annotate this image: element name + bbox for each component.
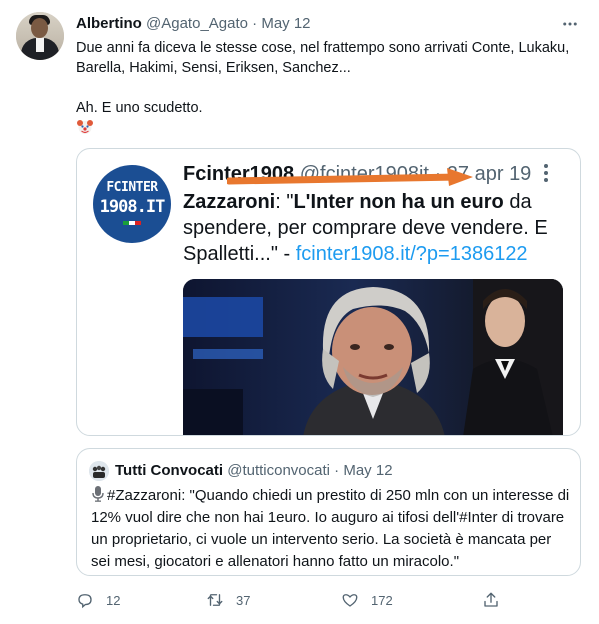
tweet-text-line: Barella, Hakimi, Sensi, Eriksen, Sanchez… (76, 60, 351, 76)
quoted-tweet-photo[interactable] (183, 279, 563, 435)
fcinter-logo[interactable]: FCINTER 1908.IT (93, 165, 171, 243)
quoted-tweet-text: Zazzaroni: "L'Inter non ha un euro da sp… (183, 189, 568, 267)
author-avatar[interactable] (16, 12, 64, 60)
tweet-header: Albertino @Agato_Agato · May 12 (76, 14, 311, 34)
retweet-button[interactable]: 37 (206, 588, 250, 612)
tweet-text-line: Ah. E uno scudetto. (76, 100, 203, 116)
text-part: : " (275, 191, 294, 213)
tweet-text-line (76, 78, 576, 98)
text-bold: Zazzaroni (183, 191, 276, 213)
more-dots-icon[interactable] (556, 10, 584, 38)
logo-text-line1: FCINTER (106, 180, 158, 195)
reply-icon (78, 594, 92, 609)
share-icon (484, 592, 498, 607)
annotation-arrow-icon (227, 168, 473, 186)
tweet-date[interactable]: May 12 (261, 15, 310, 32)
quoted-2-tweet-date[interactable]: May 12 (343, 462, 392, 479)
tutticonvocati-avatar[interactable] (89, 461, 109, 481)
quoted-tweet[interactable]: FCINTER 1908.IT Fcinter1908 @fcinter1908… (76, 148, 581, 436)
microphone-icon (92, 486, 104, 502)
tweet-text: Due anni fa diceva le stesse cose, nel f… (76, 38, 576, 118)
italian-flag-icon (123, 221, 141, 225)
text-bold: L'Inter non ha un euro (293, 191, 504, 213)
quoted-tweet-2-header: Tutti Convocati @tutticonvocati · May 12 (115, 461, 393, 481)
tweet-text-line: Due anni fa diceva le stesse cose, nel f… (76, 40, 570, 56)
like-count: 172 (371, 592, 393, 608)
author-handle[interactable]: @Agato_Agato (146, 15, 248, 32)
share-button[interactable] (482, 588, 500, 612)
tweet-actions: 12 37 172 (76, 588, 506, 612)
quoted-tweet-2-body: #Zazzaroni: "Quando chiedi un prestito d… (91, 487, 570, 570)
retweet-icon (207, 594, 223, 606)
quoted-tweet-2-text: #Zazzaroni: "Quando chiedi un prestito d… (91, 485, 571, 573)
quoted-tweet-2[interactable]: Tutti Convocati @tutticonvocati · May 12… (76, 448, 581, 576)
separator: · (334, 462, 340, 479)
quoted-2-author-handle[interactable]: @tutticonvocati (227, 462, 330, 479)
more-dots-icon[interactable] (543, 163, 549, 188)
like-button[interactable]: 172 (341, 588, 393, 612)
article-link[interactable]: fcinter1908.it/?p=1386122 (296, 243, 528, 265)
reply-count: 12 (106, 592, 121, 608)
tweet[interactable]: Albertino @Agato_Agato · May 12 Due anni… (0, 0, 599, 624)
separator: · (252, 15, 258, 32)
logo-text-line2: 1908.IT (99, 197, 166, 217)
quoted-2-author-name[interactable]: Tutti Convocati (115, 462, 223, 479)
reply-button[interactable]: 12 (76, 588, 120, 612)
heart-icon (342, 594, 358, 607)
retweet-count: 37 (236, 592, 251, 608)
tv-studio-photo (183, 279, 563, 435)
author-name[interactable]: Albertino (76, 15, 142, 32)
clown-face-emoji (77, 120, 93, 134)
